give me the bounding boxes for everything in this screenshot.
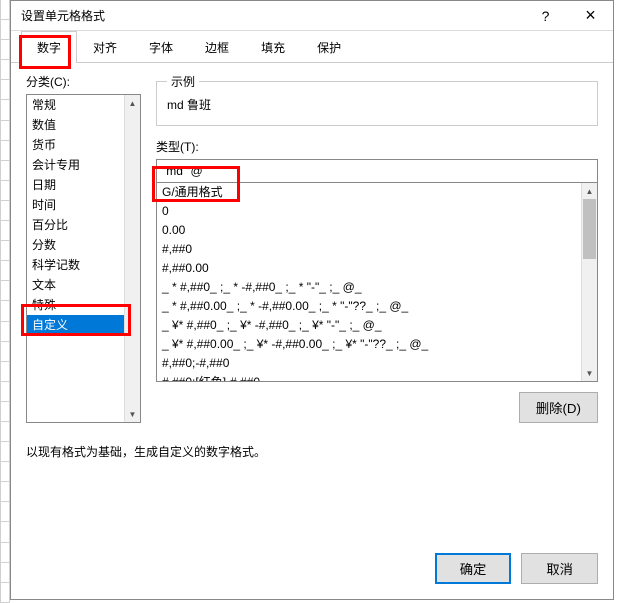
format-cells-dialog: 设置单元格格式 ? × 数字对齐字体边框填充保护 分类(C): 常规数值货币会计… bbox=[10, 0, 614, 600]
format-scrollbar[interactable]: ▲ ▼ bbox=[581, 183, 597, 381]
scroll-track[interactable] bbox=[582, 199, 597, 365]
scroll-up-icon[interactable]: ▲ bbox=[582, 183, 597, 199]
format-list[interactable]: G/通用格式00.00#,##0#,##0.00_ * #,##0_ ;_ * … bbox=[156, 182, 598, 382]
tab-0[interactable]: 数字 bbox=[21, 31, 77, 63]
tab-3[interactable]: 边框 bbox=[189, 31, 245, 63]
spreadsheet-rows-sliver bbox=[0, 0, 10, 603]
example-label: 示例 bbox=[167, 73, 199, 90]
format-item[interactable]: #,##0;-#,##0 bbox=[157, 354, 597, 373]
example-box: 示例 md 鲁班 bbox=[156, 73, 598, 126]
footer: 确定 取消 bbox=[11, 541, 613, 599]
delete-row: 删除(D) bbox=[156, 392, 598, 423]
format-item[interactable]: _ * #,##0.00_ ;_ * -#,##0.00_ ;_ * "-"??… bbox=[157, 297, 597, 316]
delete-button[interactable]: 删除(D) bbox=[519, 392, 598, 423]
format-item[interactable]: 0 bbox=[157, 202, 597, 221]
format-item[interactable]: _ ¥* #,##0_ ;_ ¥* -#,##0_ ;_ ¥* "-"_ ;_ … bbox=[157, 316, 597, 335]
type-input[interactable] bbox=[156, 159, 598, 183]
tab-2[interactable]: 字体 bbox=[133, 31, 189, 63]
right-panel: 示例 md 鲁班 类型(T): G/通用格式00.00#,##0#,##0.00… bbox=[156, 73, 598, 423]
scroll-thumb[interactable] bbox=[583, 199, 596, 259]
hint-text: 以现有格式为基础，生成自定义的数字格式。 bbox=[26, 443, 598, 460]
dialog-title: 设置单元格格式 bbox=[21, 7, 523, 24]
cancel-button[interactable]: 取消 bbox=[521, 553, 598, 584]
scroll-up-icon[interactable]: ▲ bbox=[125, 95, 140, 111]
tab-1[interactable]: 对齐 bbox=[77, 31, 133, 63]
close-button[interactable]: × bbox=[568, 1, 613, 31]
category-scrollbar[interactable]: ▲ ▼ bbox=[124, 95, 140, 422]
scroll-down-icon[interactable]: ▼ bbox=[582, 365, 597, 381]
tab-5[interactable]: 保护 bbox=[301, 31, 357, 63]
format-item[interactable]: #,##0.00 bbox=[157, 259, 597, 278]
format-item[interactable]: #,##0 bbox=[157, 240, 597, 259]
titlebar: 设置单元格格式 ? × bbox=[11, 1, 613, 31]
tabs: 数字对齐字体边框填充保护 bbox=[11, 31, 613, 63]
type-label: 类型(T): bbox=[156, 138, 598, 155]
example-value: md 鲁班 bbox=[167, 96, 587, 113]
content: 分类(C): 常规数值货币会计专用日期时间百分比分数科学记数文本特殊自定义 ▲ … bbox=[11, 63, 613, 433]
help-button[interactable]: ? bbox=[523, 1, 568, 31]
category-label: 分类(C): bbox=[26, 73, 141, 90]
category-panel: 分类(C): 常规数值货币会计专用日期时间百分比分数科学记数文本特殊自定义 ▲ … bbox=[26, 73, 141, 423]
scroll-down-icon[interactable]: ▼ bbox=[125, 406, 140, 422]
scroll-track[interactable] bbox=[125, 111, 140, 406]
format-item[interactable]: _ * #,##0_ ;_ * -#,##0_ ;_ * "-"_ ;_ @_ bbox=[157, 278, 597, 297]
tab-4[interactable]: 填充 bbox=[245, 31, 301, 63]
category-list[interactable]: 常规数值货币会计专用日期时间百分比分数科学记数文本特殊自定义 ▲ ▼ bbox=[26, 94, 141, 423]
format-item[interactable]: #,##0;[红色]-#,##0 bbox=[157, 373, 597, 382]
format-item[interactable]: G/通用格式 bbox=[157, 183, 597, 202]
ok-button[interactable]: 确定 bbox=[435, 553, 512, 584]
format-item[interactable]: _ ¥* #,##0.00_ ;_ ¥* -#,##0.00_ ;_ ¥* "-… bbox=[157, 335, 597, 354]
format-item[interactable]: 0.00 bbox=[157, 221, 597, 240]
